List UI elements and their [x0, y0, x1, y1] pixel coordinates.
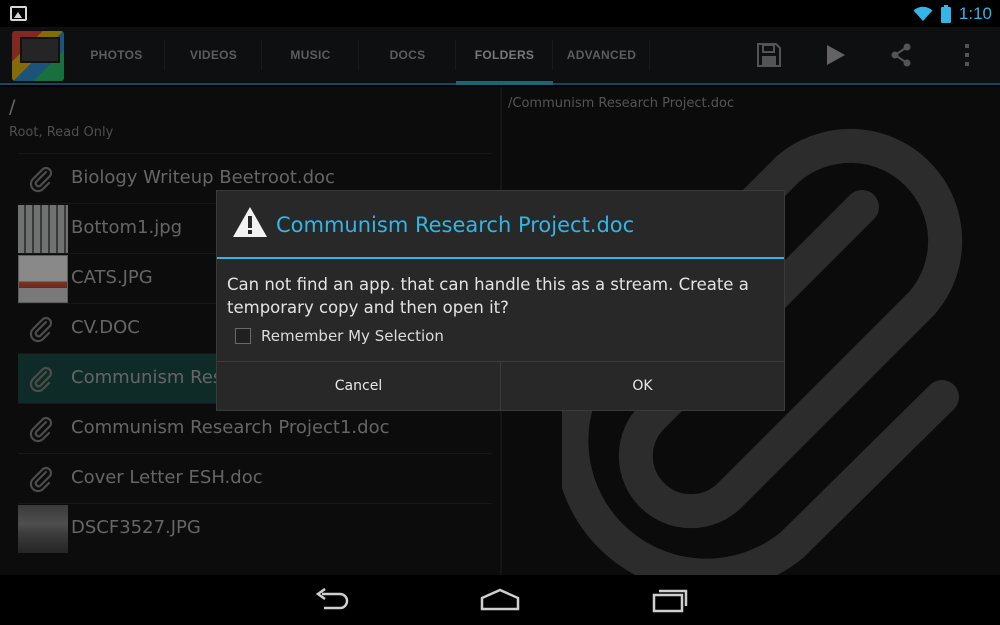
status-time: 1:10	[958, 4, 992, 23]
remember-selection-label: Remember My Selection	[261, 327, 444, 345]
back-button[interactable]	[302, 583, 362, 617]
ok-button[interactable]: OK	[500, 362, 784, 410]
open-file-dialog: Communism Research Project.doc Can not f…	[216, 190, 785, 411]
home-icon	[480, 588, 520, 611]
navigation-bar	[0, 575, 1000, 625]
home-button[interactable]	[470, 583, 530, 617]
recent-apps-icon	[652, 589, 688, 613]
remember-selection-checkbox[interactable]	[235, 328, 251, 344]
recent-apps-button[interactable]	[640, 583, 700, 617]
dialog-button-bar: Cancel OK	[217, 361, 784, 410]
status-indicators: 1:10	[913, 3, 992, 25]
status-bar: 1:10	[0, 0, 1000, 27]
dialog-header: Communism Research Project.doc	[217, 191, 784, 259]
cancel-button[interactable]: Cancel	[217, 362, 500, 410]
back-icon	[315, 588, 349, 610]
battery-icon	[940, 5, 951, 23]
image-notification-icon	[10, 6, 27, 21]
warning-icon	[233, 207, 267, 237]
remember-selection-row[interactable]: Remember My Selection	[235, 325, 444, 347]
wifi-icon	[913, 6, 933, 21]
dialog-title: Communism Research Project.doc	[276, 213, 635, 237]
dialog-message: Can not find an app. that can handle thi…	[227, 275, 749, 317]
